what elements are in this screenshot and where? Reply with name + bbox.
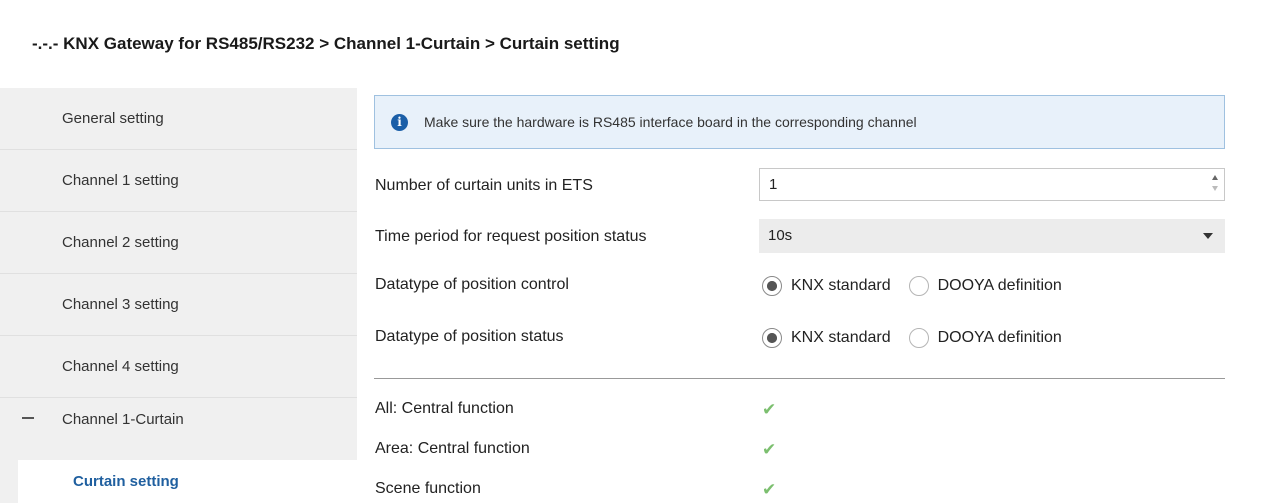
sidebar-item-general-setting[interactable]: General setting	[0, 88, 357, 150]
sidebar-item-channel-2-setting[interactable]: Channel 2 setting	[0, 212, 357, 274]
stepper-down-icon[interactable]	[1212, 186, 1218, 191]
all-central-function-checkbox[interactable]: ✔	[762, 401, 780, 419]
period-value: 10s	[768, 227, 793, 244]
sidebar-item-label: Channel 2 setting	[62, 234, 179, 251]
pos-status-radio-group: KNX standard DOOYA definition	[762, 326, 1080, 350]
scene-function-checkbox[interactable]: ✔	[762, 481, 780, 499]
pos-status-knx-radio[interactable]	[762, 328, 782, 348]
collapse-icon[interactable]	[22, 417, 34, 419]
units-stepper[interactable]: 1	[759, 168, 1225, 201]
info-text: Make sure the hardware is RS485 interfac…	[424, 114, 917, 130]
sidebar-item-label: Channel 1 setting	[62, 172, 179, 189]
area-central-function-checkbox[interactable]: ✔	[762, 441, 780, 459]
function-label: Area: Central function	[375, 440, 530, 457]
info-banner: i Make sure the hardware is RS485 interf…	[374, 95, 1225, 149]
radio-label: KNX standard	[791, 277, 891, 294]
sidebar-item-channel-1-setting[interactable]: Channel 1 setting	[0, 150, 357, 212]
function-label: All: Central function	[375, 400, 514, 417]
pos-control-radio-group: KNX standard DOOYA definition	[762, 274, 1080, 298]
sidebar-item-label: Channel 4 setting	[62, 358, 179, 375]
breadcrumb: -.-.- KNX Gateway for RS485/RS232 > Chan…	[32, 34, 620, 53]
sidebar: General setting Channel 1 setting Channe…	[0, 88, 357, 503]
pos-status-label: Datatype of position status	[375, 328, 564, 345]
sidebar-item-channel-3-setting[interactable]: Channel 3 setting	[0, 274, 357, 336]
sidebar-item-label: General setting	[62, 110, 164, 127]
function-label: Scene function	[375, 480, 481, 497]
sidebar-item-label: Channel 1-Curtain	[62, 410, 184, 428]
pos-control-dooya-radio[interactable]	[908, 276, 929, 296]
radio-label: DOOYA definition	[937, 329, 1062, 346]
radio-label: KNX standard	[791, 329, 891, 346]
pos-control-label: Datatype of position control	[375, 276, 569, 293]
period-dropdown[interactable]: 10s	[759, 219, 1225, 253]
radio-label: DOOYA definition	[937, 277, 1062, 294]
divider	[374, 378, 1225, 379]
period-label: Time period for request position status	[375, 228, 647, 245]
units-value: 1	[769, 176, 778, 193]
pos-status-dooya-radio[interactable]	[908, 328, 929, 348]
sidebar-subitem-label: Curtain setting	[73, 473, 179, 490]
stepper-up-icon[interactable]	[1212, 175, 1218, 180]
info-icon: i	[391, 113, 408, 131]
main-panel: i Make sure the hardware is RS485 interf…	[357, 88, 1275, 503]
chevron-down-icon	[1203, 233, 1213, 239]
pos-control-knx-radio[interactable]	[762, 276, 782, 296]
sidebar-item-label: Channel 3 setting	[62, 296, 179, 313]
sidebar-item-channel-1-curtain[interactable]: Channel 1-Curtain	[0, 388, 357, 450]
sidebar-subitem-curtain-setting[interactable]: Curtain setting	[18, 460, 357, 503]
units-label: Number of curtain units in ETS	[375, 177, 593, 194]
